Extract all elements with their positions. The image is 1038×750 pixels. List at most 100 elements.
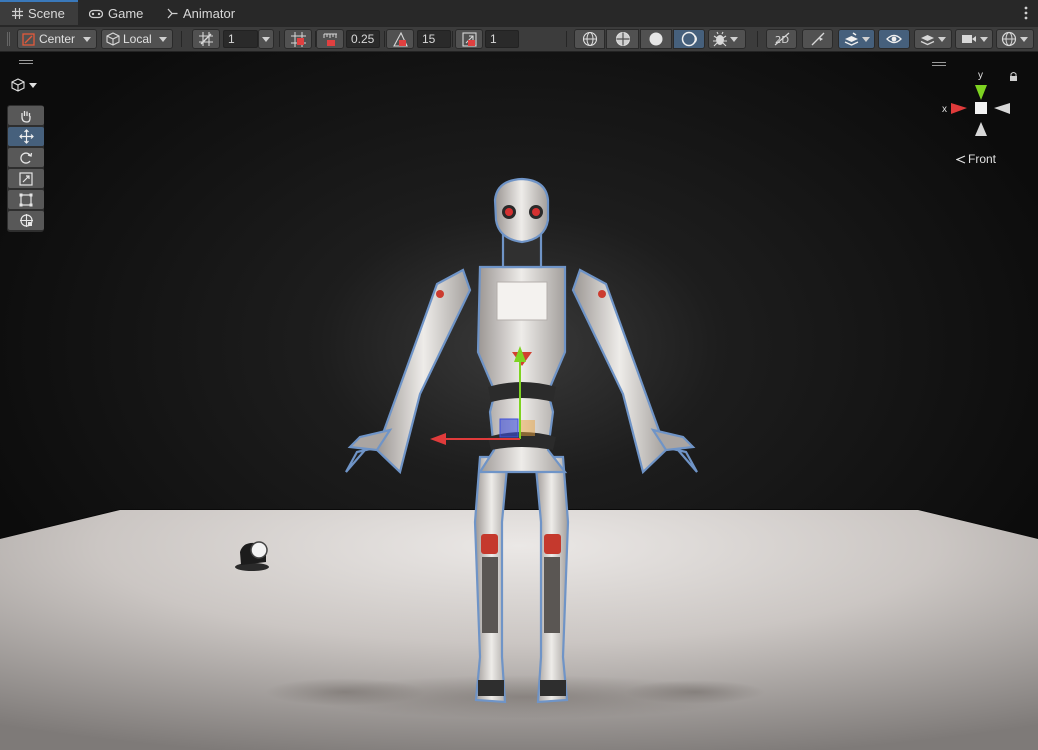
increment-snap-field[interactable]: 0.25	[346, 30, 380, 48]
layers-icon	[920, 34, 935, 45]
camera-icon	[962, 35, 976, 43]
tools-overlay	[7, 105, 44, 232]
tab-animator-label: Animator	[183, 6, 236, 21]
move-tool-button[interactable]	[8, 127, 44, 146]
toolbar-grip-icon	[7, 32, 10, 46]
scale-snap-field[interactable]: 1	[485, 30, 519, 48]
bug-icon	[713, 31, 727, 47]
pivot-center-icon	[22, 32, 35, 46]
eye-icon	[886, 34, 902, 44]
grid-snap-toggle[interactable]	[192, 29, 220, 49]
rotation-snap-toggle[interactable]	[386, 29, 414, 49]
perspective-icon	[956, 154, 966, 164]
increment-snap-toggle[interactable]	[316, 29, 344, 49]
grid-snap-icon	[199, 32, 213, 46]
pivot-mode-label: Center	[39, 32, 76, 46]
view-direction-label[interactable]: Front	[956, 152, 996, 166]
shaded-wireframe-button[interactable]	[606, 29, 639, 49]
lit-sphere-icon	[681, 31, 697, 47]
animator-icon	[167, 8, 178, 19]
2d-mode-toggle[interactable]: 2D	[766, 29, 797, 49]
overlay-grip[interactable]	[932, 62, 946, 63]
pivot-mode-dropdown[interactable]: Center	[17, 29, 97, 49]
scene-visibility-toggle[interactable]	[878, 29, 910, 49]
shaded-sphere-icon	[649, 32, 663, 46]
divider	[566, 31, 567, 47]
chevron-down-icon	[862, 36, 870, 42]
transform-tool-button[interactable]	[8, 211, 44, 230]
scene-effects-dropdown[interactable]	[838, 29, 875, 49]
gizmo-layers-dropdown[interactable]	[914, 29, 952, 49]
shaded-mode-button[interactable]	[640, 29, 672, 49]
scene-render[interactable]: y x	[0, 52, 1038, 750]
gizmos-dropdown[interactable]	[996, 29, 1034, 49]
tab-animator[interactable]: Animator	[167, 0, 235, 27]
divider	[279, 31, 280, 47]
tab-scene[interactable]: Scene	[0, 0, 78, 25]
divider	[384, 31, 385, 47]
tab-scene-label: Scene	[28, 6, 65, 21]
divider	[181, 31, 182, 47]
increment-snap-icon	[323, 33, 337, 46]
space-mode-label: Local	[123, 32, 152, 46]
hand-tool-button[interactable]	[8, 106, 44, 125]
local-space-icon	[106, 32, 120, 46]
space-mode-dropdown[interactable]: Local	[101, 29, 173, 49]
overlay-grip[interactable]	[19, 63, 33, 64]
gizmos-globe-icon	[1001, 31, 1017, 47]
rotate-icon	[20, 151, 33, 164]
chevron-down-icon	[980, 36, 988, 42]
grid-size-field[interactable]: 1	[223, 30, 258, 48]
rotation-snap-icon	[392, 31, 408, 47]
snap-to-grid-icon	[290, 31, 306, 47]
divider	[757, 31, 758, 47]
chevron-down-icon	[83, 36, 91, 42]
tab-game-label: Game	[108, 6, 144, 21]
wireframe-mode-button[interactable]	[574, 29, 605, 49]
gamepad-icon	[89, 9, 103, 18]
move-arrows-icon	[18, 129, 34, 144]
overlay-grip[interactable]	[19, 60, 33, 61]
view-options-dropdown[interactable]	[11, 78, 37, 92]
chevron-down-icon	[159, 36, 167, 42]
divider	[452, 31, 453, 47]
lighting-off-icon	[811, 32, 824, 46]
lit-mode-button[interactable]	[673, 29, 705, 49]
view-direction-text: Front	[968, 152, 997, 166]
2d-view-icon: 2D	[774, 32, 789, 46]
scene-toolbar: Center Local 1 0.25 15 1 2D	[0, 27, 1038, 52]
more-options-icon[interactable]	[1024, 6, 1028, 20]
scale-icon	[19, 171, 33, 186]
wireframe-sphere-icon	[582, 31, 597, 47]
rotate-tool-button[interactable]	[8, 148, 44, 167]
scene-viewport[interactable]: y x Front	[0, 52, 1038, 750]
chevron-down-icon	[938, 36, 946, 42]
rotation-snap-field[interactable]: 15	[417, 30, 451, 48]
gizmo-y-label: y	[978, 70, 983, 81]
chevron-down-icon	[262, 36, 270, 42]
tab-bar: Scene Game Animator	[0, 0, 1038, 28]
transform-icon	[19, 214, 33, 227]
cube-icon	[11, 78, 25, 92]
scale-tool-button[interactable]	[8, 169, 44, 188]
chevron-down-icon	[1020, 36, 1028, 42]
scale-snap-toggle[interactable]	[455, 29, 483, 49]
shaded-wireframe-icon	[615, 32, 630, 46]
overlay-grip[interactable]	[932, 65, 946, 66]
chevron-down-icon	[730, 36, 738, 42]
camera-settings-dropdown[interactable]	[955, 29, 993, 49]
effects-layers-icon	[844, 32, 859, 46]
grid-size-dropdown[interactable]	[258, 29, 274, 49]
hand-icon	[21, 110, 31, 123]
rect-transform-icon	[19, 193, 33, 206]
tab-game[interactable]: Game	[89, 0, 143, 27]
grid-snapping-toggle[interactable]	[284, 29, 312, 49]
chevron-down-icon	[29, 82, 37, 88]
lighting-toggle[interactable]	[802, 29, 833, 49]
svg-text:2D: 2D	[775, 35, 789, 46]
grid-icon	[12, 8, 23, 19]
gizmo-x-label: x	[942, 104, 947, 115]
debug-draw-mode-dropdown[interactable]	[708, 29, 746, 49]
scale-snap-icon	[461, 31, 477, 47]
rect-tool-button[interactable]	[8, 190, 44, 209]
